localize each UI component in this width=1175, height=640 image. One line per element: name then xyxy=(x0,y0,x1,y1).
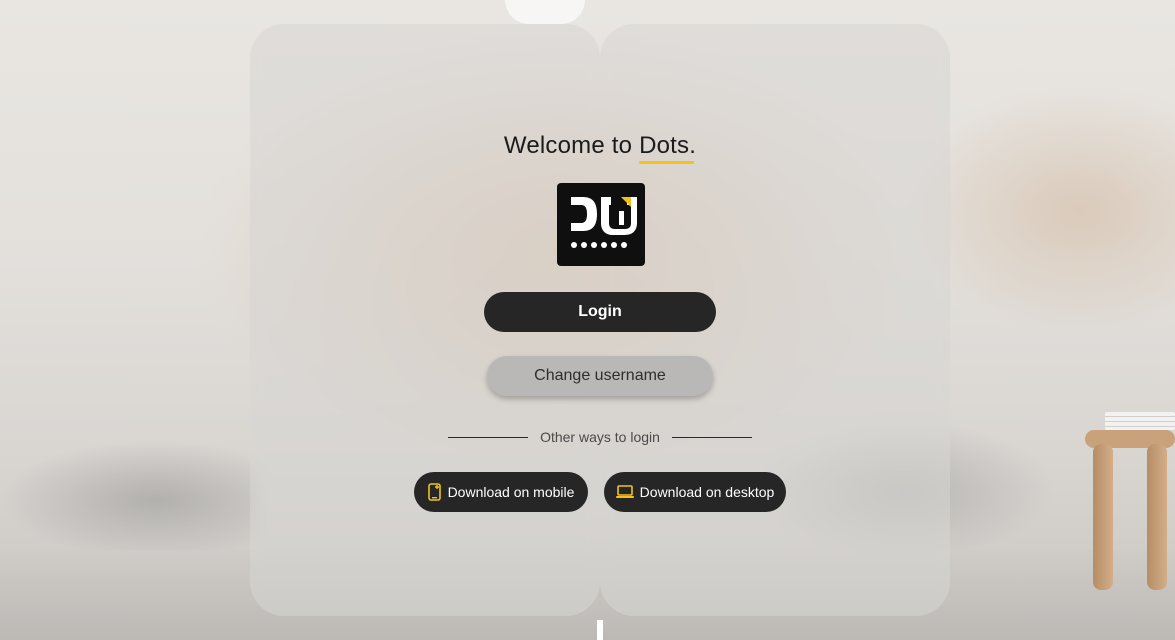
mobile-download-icon xyxy=(427,483,442,501)
other-ways-divider: Other ways to login xyxy=(448,428,752,446)
download-desktop-button[interactable]: Download on desktop xyxy=(604,472,786,512)
laptop-icon xyxy=(615,485,634,499)
background-shadow xyxy=(0,440,260,560)
login-button[interactable]: Login xyxy=(484,292,716,332)
divider-line-right xyxy=(672,436,752,438)
download-desktop-label: Download on desktop xyxy=(639,484,775,500)
login-card: Welcome to Dots. Login Change username O… xyxy=(250,0,950,640)
background-side-table xyxy=(1085,412,1175,590)
download-mobile-button[interactable]: Download on mobile xyxy=(414,472,588,512)
other-ways-label: Other ways to login xyxy=(540,429,660,445)
download-mobile-label: Download on mobile xyxy=(447,484,575,500)
change-username-button[interactable]: Change username xyxy=(487,356,713,396)
divider-line-left xyxy=(448,436,528,438)
welcome-prefix: Welcome to xyxy=(503,132,633,159)
brand-name: Dots. xyxy=(639,132,697,164)
welcome-title: Welcome to Dots. xyxy=(250,132,950,164)
dots-logo-icon xyxy=(557,183,645,266)
